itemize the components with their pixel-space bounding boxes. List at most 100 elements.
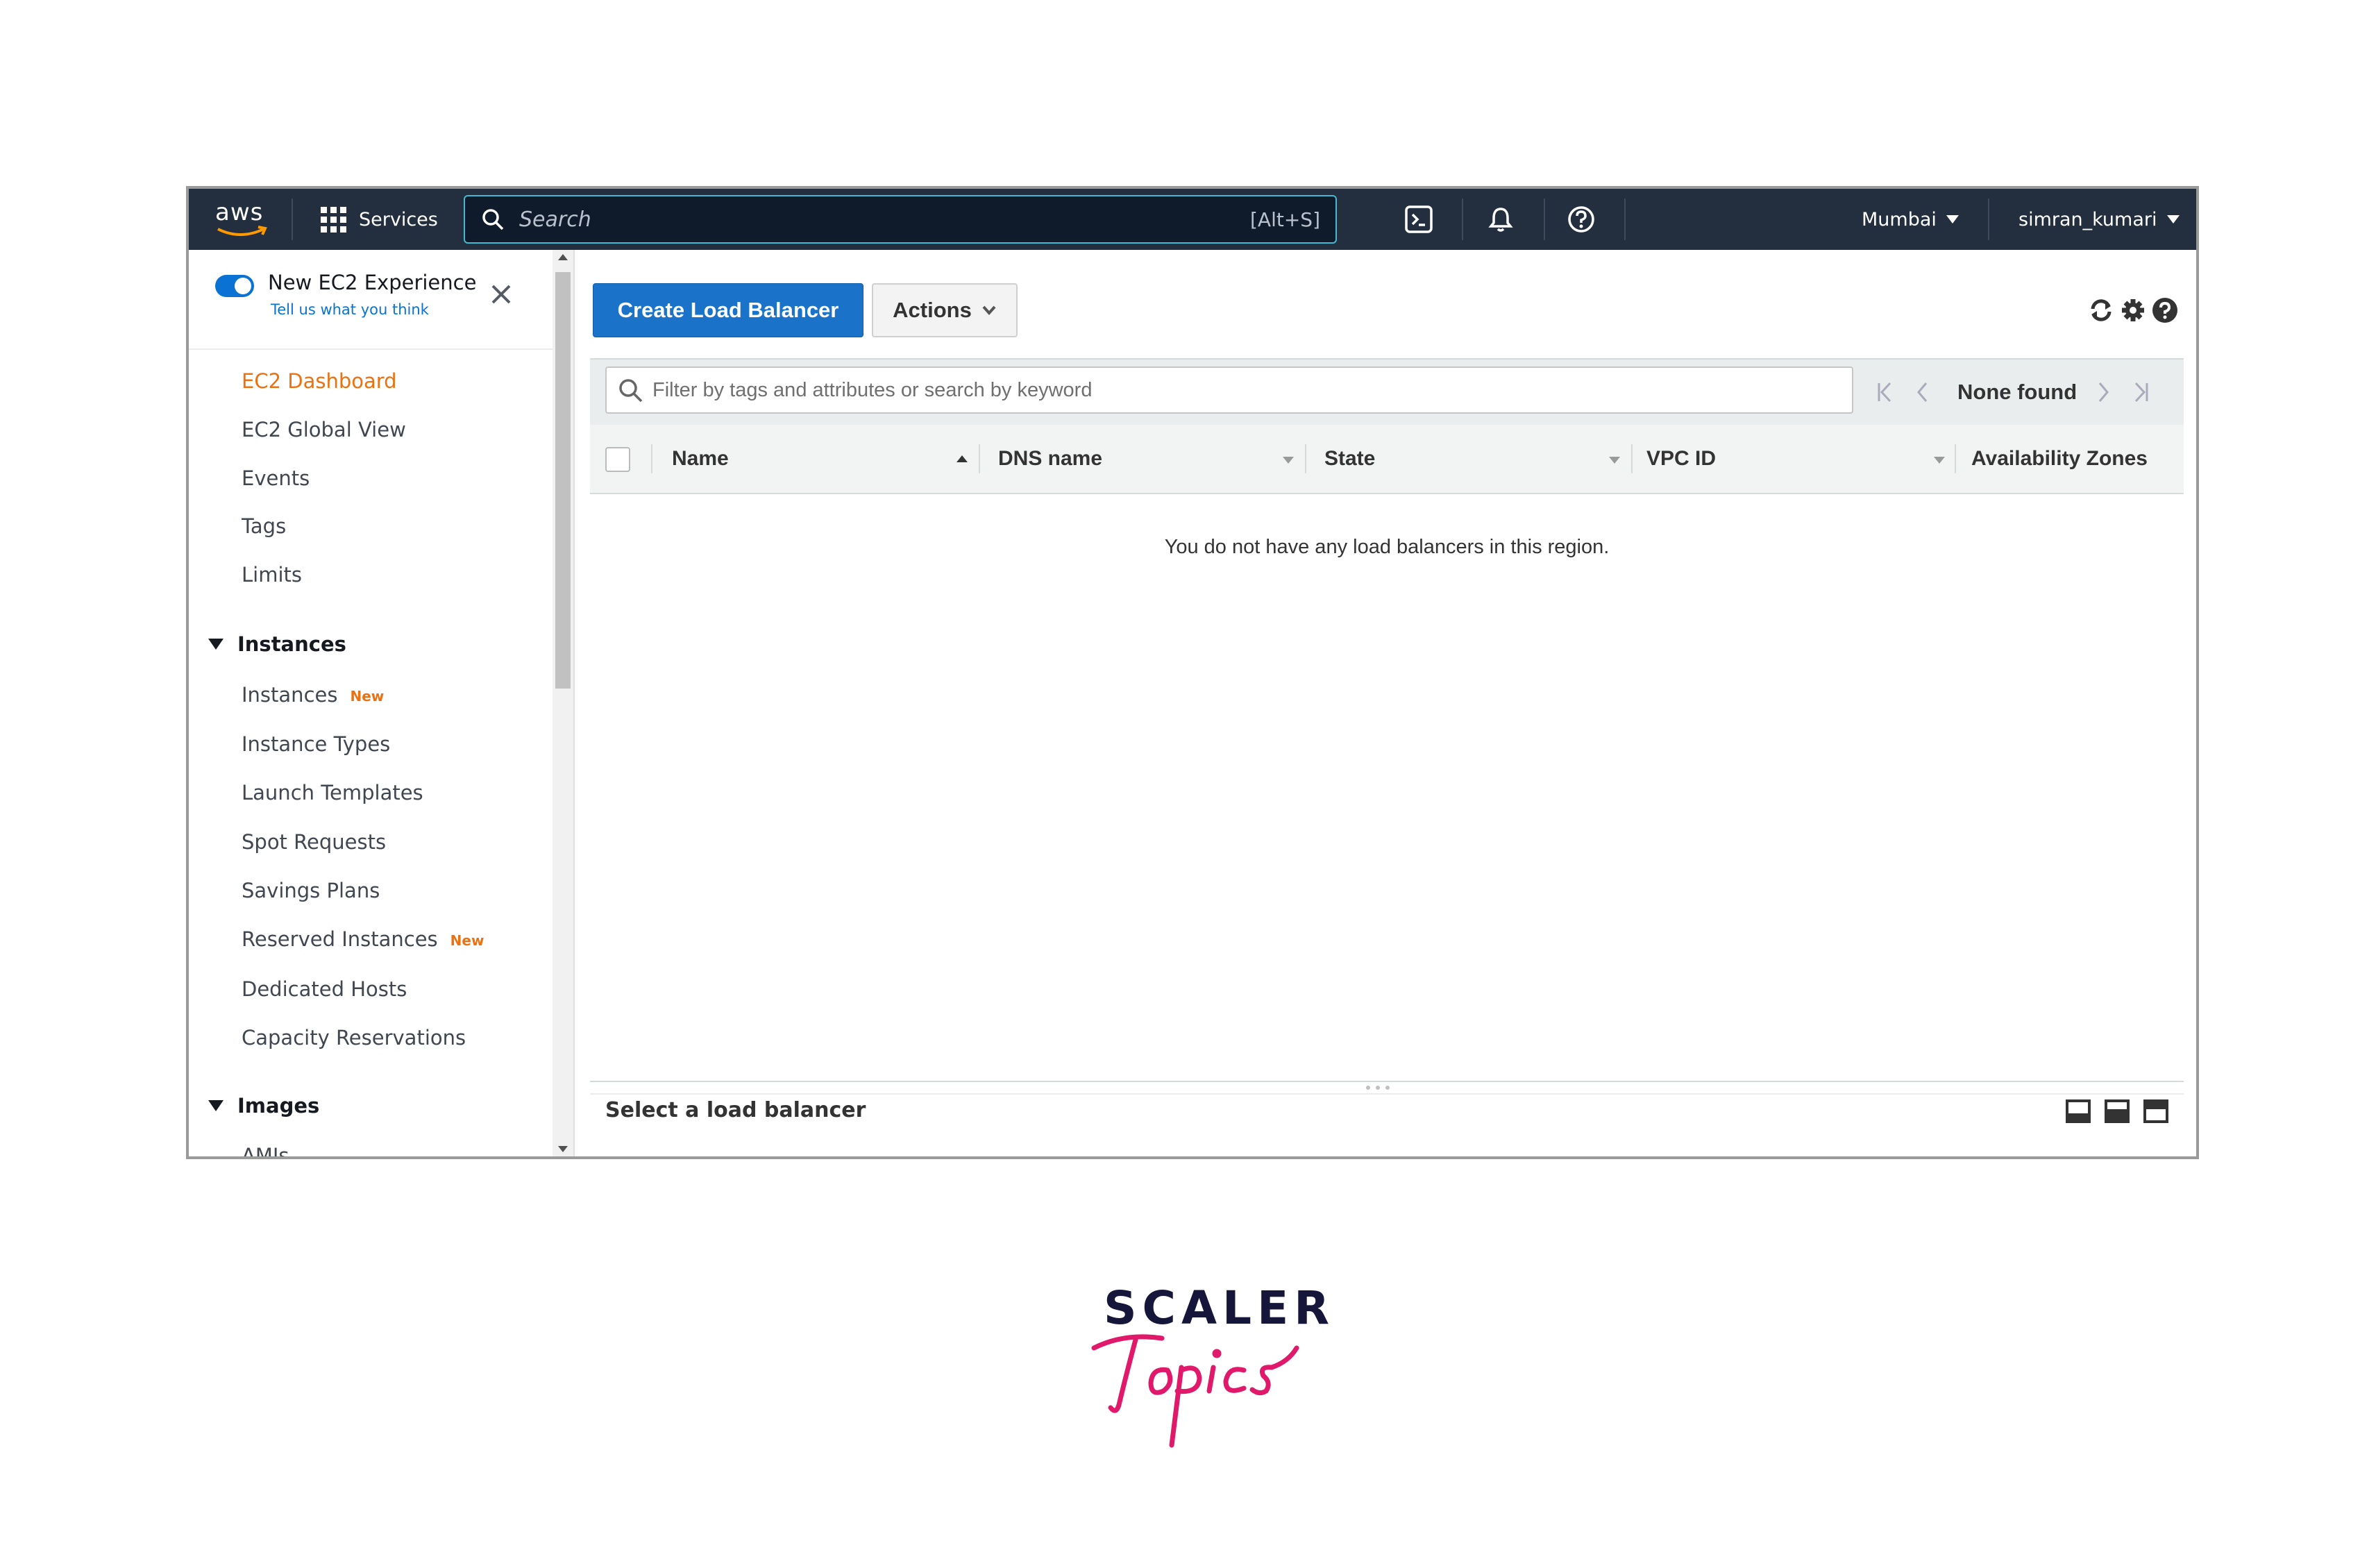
- help-circle-icon[interactable]: [2150, 296, 2180, 325]
- top-navigation-bar: aws Services [Alt+S]: [189, 189, 2196, 250]
- caret-down-icon: [1946, 215, 1959, 224]
- column-header-state[interactable]: State: [1324, 425, 1375, 493]
- topics-script-logo: [1091, 1334, 1299, 1448]
- sidebar-item-amis[interactable]: AMIs: [242, 1144, 289, 1156]
- nav-divider: [1988, 199, 1989, 240]
- caret-down-icon: [2166, 215, 2180, 224]
- layout-top-icon[interactable]: [2143, 1099, 2168, 1123]
- layout-bottom-large-icon[interactable]: [2105, 1099, 2130, 1123]
- scaler-topics-logo: SCALER: [1090, 1281, 1329, 1469]
- aws-logo-text: aws: [215, 199, 264, 226]
- pagination-status: None found: [1957, 380, 2077, 404]
- sidebar-item-reserved-instances[interactable]: Reserved Instances New: [242, 927, 484, 951]
- region-selector[interactable]: Mumbai: [1862, 189, 1959, 250]
- scroll-up-arrow-icon[interactable]: [558, 254, 568, 260]
- global-search-box[interactable]: [Alt+S]: [464, 195, 1337, 244]
- sidebar-item-launch-templates[interactable]: Launch Templates: [242, 781, 423, 804]
- sidebar-item-ec2-global-view[interactable]: EC2 Global View: [242, 418, 406, 441]
- column-divider: [651, 444, 652, 473]
- sort-icon[interactable]: [1934, 457, 1945, 464]
- sidebar-item-ec2-dashboard[interactable]: EC2 Dashboard: [242, 369, 397, 393]
- sidebar-item-dedicated-hosts[interactable]: Dedicated Hosts: [242, 977, 407, 1001]
- column-divider: [1305, 444, 1306, 473]
- sort-icon[interactable]: [1283, 457, 1294, 464]
- nav-divider: [1544, 199, 1545, 240]
- services-label: Services: [359, 208, 438, 230]
- account-menu[interactable]: simran_kumari: [2018, 189, 2180, 250]
- last-page-icon[interactable]: [2127, 378, 2155, 406]
- sort-ascending-icon[interactable]: [956, 455, 968, 462]
- column-header-availability-zones[interactable]: Availability Zones: [1971, 425, 2148, 493]
- search-icon: [619, 379, 643, 403]
- column-header-vpc-id[interactable]: VPC ID: [1646, 425, 1716, 493]
- sidebar-section-instances[interactable]: Instances: [208, 632, 346, 656]
- column-divider: [979, 444, 980, 473]
- main-content: Create Load Balancer Actions Filter by t…: [575, 250, 2196, 1156]
- sidebar-item-instance-types[interactable]: Instance Types: [242, 732, 390, 756]
- toolbar-icons: [2087, 296, 2180, 325]
- collapse-triangle-icon: [208, 639, 224, 650]
- browser-window: aws Services [Alt+S]: [186, 186, 2199, 1159]
- next-page-icon[interactable]: [2089, 378, 2117, 406]
- services-menu[interactable]: Services: [321, 189, 438, 250]
- search-shortcut-hint: [Alt+S]: [1250, 208, 1320, 231]
- nav-divider: [1462, 199, 1463, 240]
- new-experience-label: New EC2 Experience: [268, 271, 477, 294]
- sidebar-item-events[interactable]: Events: [242, 466, 310, 490]
- sidebar-item-tags[interactable]: Tags: [242, 514, 286, 538]
- bell-icon[interactable]: [1484, 203, 1517, 236]
- layout-bottom-small-icon[interactable]: [2066, 1099, 2091, 1123]
- create-load-balancer-button[interactable]: Create Load Balancer: [593, 283, 863, 337]
- column-header-dns-name[interactable]: DNS name: [998, 425, 1102, 493]
- sidebar-section-images[interactable]: Images: [208, 1094, 319, 1118]
- aws-logo[interactable]: aws: [215, 199, 271, 240]
- section-title: Instances: [237, 632, 346, 656]
- new-experience-toggle[interactable]: [215, 275, 254, 297]
- new-badge: New: [450, 932, 484, 949]
- resize-handle-icon[interactable]: [1366, 1086, 1422, 1091]
- global-search-input[interactable]: [518, 206, 1187, 233]
- empty-state-message: You do not have any load balancers in th…: [1164, 536, 1610, 558]
- chevron-down-icon: [982, 305, 996, 316]
- sidebar-item-savings-plans[interactable]: Savings Plans: [242, 879, 380, 902]
- sidebar-item-label: Reserved Instances: [242, 927, 438, 951]
- sidebar-divider: [189, 348, 553, 350]
- sidebar-item-instances[interactable]: Instances New: [242, 683, 384, 707]
- detail-panel-title: Select a load balancer: [605, 1098, 866, 1122]
- sidebar-item-limits[interactable]: Limits: [242, 563, 302, 587]
- first-page-icon[interactable]: [1871, 378, 1899, 406]
- sidebar-item-capacity-reservations[interactable]: Capacity Reservations: [242, 1026, 466, 1049]
- select-all-checkbox[interactable]: [605, 447, 630, 472]
- gear-icon[interactable]: [2118, 296, 2148, 325]
- column-divider: [1955, 444, 1956, 473]
- cloudshell-icon[interactable]: [1402, 203, 1435, 236]
- help-icon[interactable]: [1565, 203, 1598, 236]
- filter-bar: None found: [590, 358, 2184, 425]
- close-icon[interactable]: [487, 280, 515, 308]
- grid-icon: [321, 206, 346, 233]
- scroll-down-arrow-icon[interactable]: [558, 1146, 568, 1152]
- nav-divider: [1624, 199, 1626, 240]
- split-pane-divider: [590, 1093, 2184, 1095]
- refresh-icon[interactable]: [2087, 296, 2116, 325]
- sidebar-item-spot-requests[interactable]: Spot Requests: [242, 830, 386, 854]
- scrollbar-thumb[interactable]: [555, 272, 571, 689]
- column-divider: [1631, 444, 1633, 473]
- column-header-name[interactable]: Name: [672, 425, 729, 493]
- feedback-link[interactable]: Tell us what you think: [271, 301, 429, 318]
- new-badge: New: [350, 688, 385, 705]
- sidebar-scrollbar[interactable]: [553, 250, 575, 1156]
- panel-layout-icons: [2066, 1099, 2168, 1123]
- actions-label: Actions: [893, 298, 972, 322]
- sort-icon[interactable]: [1609, 457, 1620, 464]
- aws-smile-icon: [217, 226, 267, 236]
- section-title: Images: [237, 1094, 320, 1118]
- filter-input[interactable]: [651, 378, 1834, 403]
- actions-dropdown-button[interactable]: Actions: [872, 283, 1018, 337]
- pagination: None found: [1871, 360, 2164, 425]
- split-pane-divider[interactable]: [590, 1081, 2184, 1082]
- filter-search-box[interactable]: [605, 366, 1853, 414]
- previous-page-icon[interactable]: [1909, 378, 1937, 406]
- region-label: Mumbai: [1862, 208, 1937, 230]
- sidebar-item-label: Instances: [242, 683, 338, 707]
